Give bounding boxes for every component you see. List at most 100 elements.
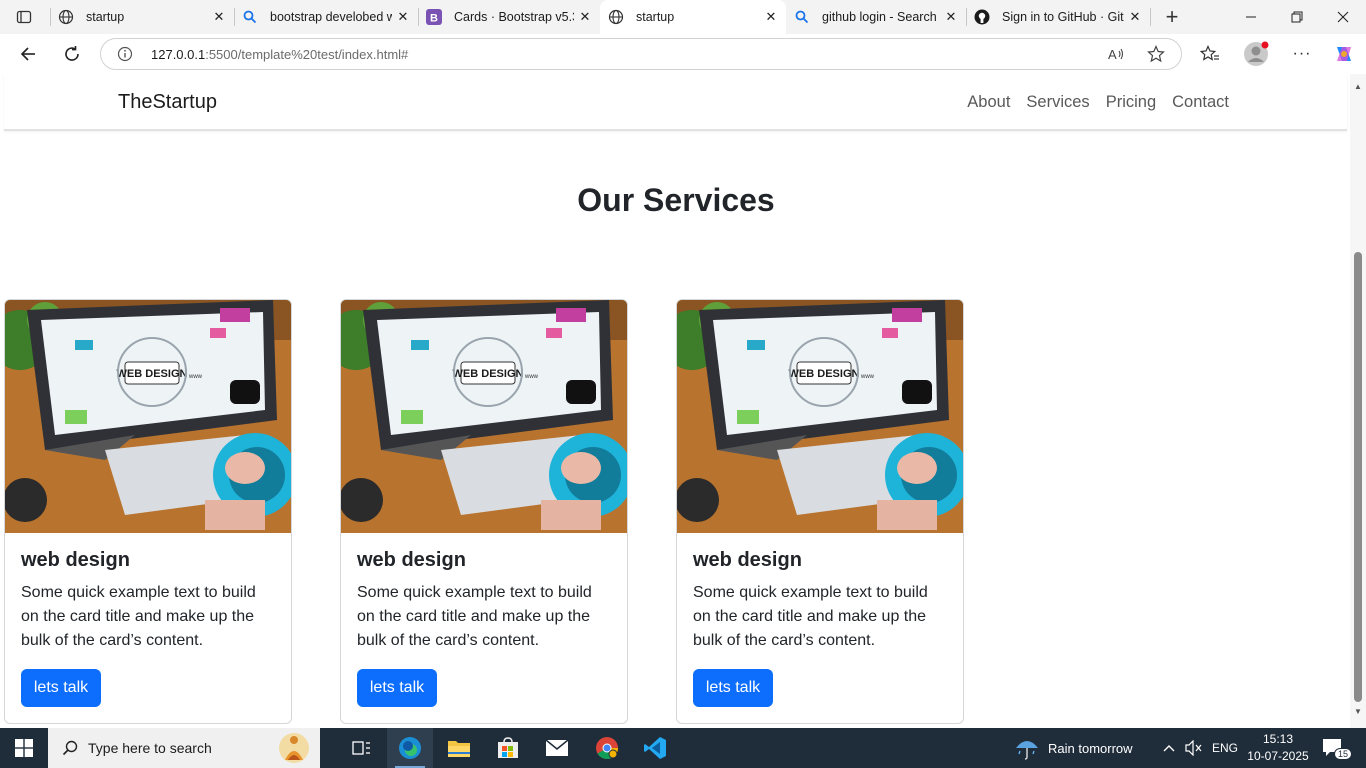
favorite-star-icon[interactable] (1147, 45, 1165, 68)
info-icon[interactable] (117, 46, 133, 67)
github-icon (974, 9, 990, 25)
copilot-button[interactable] (1329, 40, 1359, 68)
tab-title: startup (86, 10, 125, 24)
lets-talk-button[interactable]: lets talk (21, 669, 101, 707)
nav-link-contact[interactable]: Contact (1172, 93, 1229, 112)
card-title: web design (21, 549, 130, 571)
weather-text[interactable]: Rain tomorrow (1048, 728, 1133, 768)
system-clock[interactable]: 15:13 10-07-2025 (1238, 731, 1318, 765)
clock-time: 15:13 (1262, 732, 1294, 746)
card-image: WEB DESIGN www (677, 300, 963, 533)
page-viewport: TheStartup About Services Pricing Contac… (0, 74, 1366, 728)
tab-bootstrap-cards[interactable]: B Cards · Bootstrap v5.3 ✕ (418, 0, 600, 34)
tab-title: github login - Search (822, 10, 937, 24)
close-tab-icon[interactable]: ✕ (760, 6, 782, 28)
svg-text:A: A (1108, 47, 1117, 62)
windows-taskbar: Type here to search Rain tomorrow ENG 15… (0, 728, 1366, 768)
tab-actions-button[interactable] (0, 0, 48, 34)
taskbar-file-explorer[interactable] (436, 728, 482, 768)
close-tab-icon[interactable]: ✕ (392, 6, 414, 28)
close-tab-icon[interactable]: ✕ (208, 6, 230, 28)
taskbar-vscode[interactable] (632, 728, 678, 768)
buddha-search-highlight-icon (276, 730, 312, 768)
chrome-icon (596, 737, 619, 760)
image-text: WEB DESIGN (789, 368, 860, 380)
avatar-icon (1244, 41, 1269, 66)
restore-button[interactable] (1274, 0, 1320, 34)
scroll-down-arrow-icon[interactable]: ▼ (1354, 707, 1362, 716)
nav-links: About Services Pricing Contact (967, 93, 1229, 112)
close-icon (1337, 11, 1349, 23)
store-icon (498, 737, 518, 758)
tab-startup-1[interactable]: startup ✕ (50, 0, 234, 34)
back-button[interactable] (13, 40, 43, 68)
web-design-illustration: WEB DESIGN www (677, 300, 963, 533)
tab-github-search[interactable]: github login - Search ✕ (786, 0, 966, 34)
search-icon (242, 9, 258, 25)
favorites-button[interactable] (1195, 40, 1225, 68)
close-tab-icon[interactable]: ✕ (1124, 6, 1146, 28)
mail-icon (545, 739, 569, 756)
search-icon (62, 740, 78, 761)
close-tab-icon[interactable]: ✕ (574, 6, 596, 28)
lets-talk-button[interactable]: lets talk (357, 669, 437, 707)
globe-icon (58, 9, 74, 25)
task-view-icon (352, 741, 370, 755)
web-design-illustration: WEB DESIGN www (341, 300, 627, 533)
profile-button[interactable] (1241, 40, 1271, 68)
service-card: WEB DESIGN www web design Some quick exa… (4, 299, 292, 724)
back-arrow-icon (20, 47, 35, 61)
card-title: web design (693, 549, 802, 571)
minimize-icon (1246, 16, 1256, 18)
vertical-scrollbar[interactable]: ▲ ▼ (1350, 74, 1366, 728)
tab-startup-active[interactable]: startup ✕ (600, 0, 786, 34)
copilot-icon (1337, 47, 1351, 61)
notification-count-badge: 15 (1334, 748, 1353, 760)
tab-title: bootstrap develobed website (270, 10, 392, 24)
tab-bootstrap-search[interactable]: bootstrap develobed website ✕ (234, 0, 418, 34)
nav-link-about[interactable]: About (967, 93, 1010, 112)
weather-icon[interactable] (1014, 736, 1040, 765)
site-brand-link[interactable]: TheStartup (118, 91, 217, 114)
refresh-button[interactable] (57, 40, 87, 68)
tab-github-signin[interactable]: Sign in to GitHub · GitHub ✕ (966, 0, 1150, 34)
new-tab-button[interactable]: + (1158, 3, 1186, 31)
address-bar[interactable]: 127.0.0.1:5500/template%20test/index.htm… (100, 38, 1182, 70)
more-menu-button[interactable]: ··· (1287, 40, 1317, 68)
nav-link-services[interactable]: Services (1026, 93, 1089, 112)
scrollbar-thumb[interactable] (1354, 252, 1362, 702)
web-design-illustration: WEB DESIGN www (5, 300, 291, 533)
tab-title: Sign in to GitHub · GitHub (1002, 10, 1124, 24)
show-hidden-icons-chevron-icon[interactable] (1162, 728, 1176, 768)
service-card: WEB DESIGN www web design Some quick exa… (340, 299, 628, 724)
start-button[interactable] (0, 728, 48, 768)
svg-text:B: B (430, 13, 438, 25)
taskbar-store[interactable] (485, 728, 531, 768)
read-aloud-icon[interactable]: A (1107, 46, 1125, 67)
card-image: WEB DESIGN www (341, 300, 627, 533)
nav-link-pricing[interactable]: Pricing (1106, 93, 1156, 112)
language-indicator[interactable]: ENG (1212, 728, 1238, 768)
close-tab-icon[interactable]: ✕ (940, 6, 962, 28)
favorites-icon (1200, 45, 1219, 61)
taskbar-chrome[interactable] (584, 728, 630, 768)
refresh-icon (65, 46, 79, 61)
url-host: 127.0.0.1 (151, 47, 206, 62)
windows-logo-icon (15, 739, 33, 757)
clock-date: 10-07-2025 (1247, 749, 1309, 763)
volume-muted-icon[interactable] (1185, 728, 1203, 768)
taskbar-mail[interactable] (534, 728, 580, 768)
notification-center-button[interactable]: 15 (1322, 738, 1353, 760)
lets-talk-button[interactable]: lets talk (693, 669, 773, 707)
close-window-button[interactable] (1320, 0, 1366, 34)
task-view-button[interactable] (338, 728, 384, 768)
minimize-button[interactable] (1228, 0, 1274, 34)
tab-actions-icon (16, 10, 32, 24)
scroll-up-arrow-icon[interactable]: ▲ (1354, 82, 1362, 91)
search-icon (794, 9, 810, 25)
taskbar-edge-app[interactable] (387, 728, 433, 768)
section-title: Our Services (577, 182, 775, 218)
url-path: :5500/template%20test/index.html# (205, 47, 409, 62)
taskbar-search-box[interactable]: Type here to search (48, 728, 320, 768)
image-subtext: www (188, 374, 203, 380)
